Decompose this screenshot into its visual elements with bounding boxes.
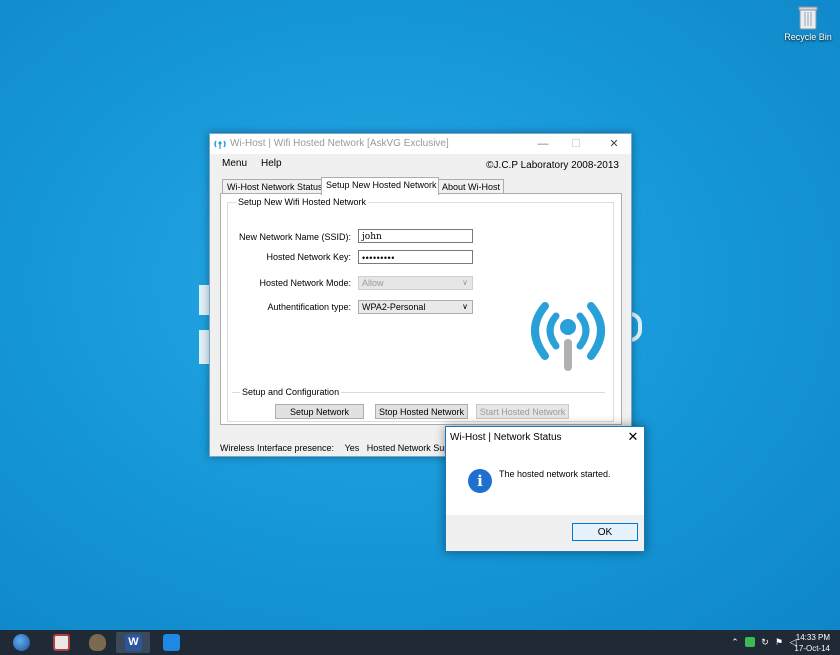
tab-network-status[interactable]: Wi-Host Network Status	[222, 179, 324, 194]
wallpaper-logo-fragment	[199, 285, 209, 315]
chevron-down-icon: ∨	[462, 278, 468, 287]
network-icon[interactable]	[745, 637, 755, 647]
network-key-input[interactable]: •••••••••	[358, 250, 473, 264]
setup-network-button[interactable]: Setup Network	[275, 404, 364, 419]
copyright-text: ©J.C.P Laboratory 2008-2013	[486, 160, 619, 171]
dialog-title: Wi-Host | Network Status	[450, 432, 562, 443]
setup-configuration-title: Setup and Configuration	[240, 387, 342, 397]
hosted-network-mode-select[interactable]: Allow ∨	[358, 276, 473, 290]
chat-icon	[53, 634, 70, 651]
status-bar: Wireless Interface presence: Yes Hosted …	[220, 443, 459, 453]
auth-label: Authentification type:	[267, 302, 351, 312]
thunderbird-icon	[13, 634, 30, 651]
maximize-button[interactable]: ☐	[562, 134, 590, 154]
tab-about[interactable]: About Wi-Host	[437, 179, 504, 194]
sync-icon[interactable]: ↻	[760, 637, 770, 647]
dialog-close-icon[interactable]: ✕	[626, 429, 640, 445]
clock-date: 17-Oct-14	[794, 644, 830, 653]
taskbar-gimp[interactable]	[80, 632, 114, 653]
gimp-icon	[89, 634, 106, 651]
setup-configuration-group: Setup and Configuration Setup Network St…	[232, 387, 605, 424]
menu-help[interactable]: Help	[261, 158, 282, 169]
dialog-message: The hosted network started.	[499, 469, 611, 479]
ssid-input[interactable]: john	[358, 229, 473, 243]
recycle-bin-icon	[797, 4, 819, 30]
wireless-presence-value: Yes	[344, 443, 360, 453]
mode-value: Allow	[362, 278, 384, 288]
taskbar-word[interactable]: W	[116, 632, 150, 653]
taskbar-thunderbird[interactable]	[4, 632, 38, 653]
wallpaper-logo-fragment	[199, 330, 209, 364]
clock-time: 14:33 PM	[795, 633, 830, 642]
minimize-button[interactable]: —	[529, 134, 557, 154]
menubar: Menu Help ©J.C.P Laboratory 2008-2013	[210, 154, 631, 172]
window-title: Wi-Host | Wifi Hosted Network [AskVG Exc…	[230, 138, 449, 149]
key-label: Hosted Network Key:	[266, 252, 351, 262]
taskbar-chat[interactable]	[44, 632, 78, 653]
recycle-bin-desktop-icon[interactable]: Recycle Bin	[782, 4, 834, 42]
wireless-presence-label: Wireless Interface presence:	[220, 443, 335, 453]
info-icon: i	[468, 469, 492, 493]
menu-menu[interactable]: Menu	[222, 158, 247, 169]
chevron-down-icon: ∨	[462, 302, 468, 311]
authentication-type-select[interactable]: WPA2-Personal ∨	[358, 300, 473, 314]
wifi-app-icon	[214, 140, 226, 149]
start-hosted-network-button[interactable]: Start Hosted Network	[476, 404, 569, 419]
window-titlebar[interactable]: Wi-Host | Wifi Hosted Network [AskVG Exc…	[210, 134, 631, 154]
stop-hosted-network-button[interactable]: Stop Hosted Network	[375, 404, 468, 419]
wifi-broadcast-logo	[531, 302, 605, 371]
auth-value: WPA2-Personal	[362, 302, 426, 312]
mode-label: Hosted Network Mode:	[259, 278, 351, 288]
taskbar: W ⌃ ↻ ⚑ ◁ 14:33 PM 17-Oct-14	[0, 630, 840, 655]
tab-setup-new-hosted-network[interactable]: Setup New Hosted Network	[321, 177, 439, 195]
word-icon: W	[125, 634, 142, 651]
wihost-window: Wi-Host | Wifi Hosted Network [AskVG Exc…	[209, 133, 632, 457]
remote-icon	[163, 634, 180, 651]
chevron-up-icon[interactable]: ⌃	[730, 637, 740, 647]
ssid-label: New Network Name (SSID):	[238, 232, 351, 242]
ok-button[interactable]: OK	[572, 523, 638, 541]
flag-icon[interactable]: ⚑	[774, 637, 784, 647]
system-clock[interactable]: 14:33 PM 17-Oct-14	[794, 632, 830, 654]
network-status-dialog: Wi-Host | Network Status ✕ i The hosted …	[445, 426, 645, 552]
close-button[interactable]: ✕	[600, 134, 628, 154]
groupbox-title: Setup New Wifi Hosted Network	[236, 197, 369, 207]
taskbar-remote[interactable]	[154, 632, 188, 653]
recycle-bin-label: Recycle Bin	[784, 32, 832, 42]
